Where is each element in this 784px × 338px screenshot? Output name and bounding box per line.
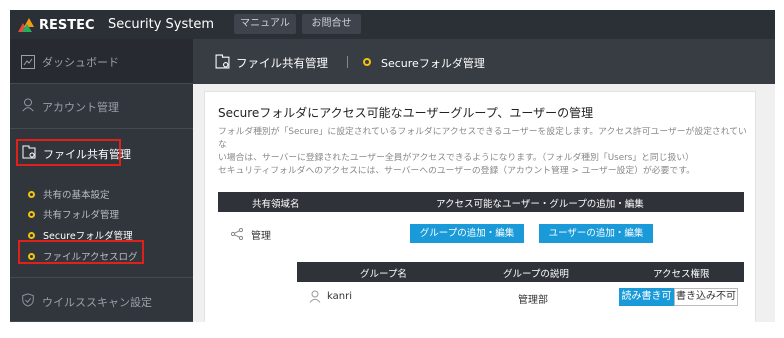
folder-share-icon [22,145,36,159]
sidebar-item-virus-scan[interactable]: ウイルススキャン設定 [10,277,193,322]
bullet-icon [28,231,35,239]
add-group-button[interactable]: グループの追加・編集 [410,224,524,243]
column-header-access-edit: アクセス可能なユーザー・グループの追加・編集 [436,199,644,210]
bullet-icon [363,58,371,66]
permission-read-write-button[interactable]: 読み書き可 [619,288,674,306]
group-table-header: グループ名 グループの説明 アクセス権限 [297,262,744,282]
app-window: RESTEC Security System マニュアル お問合せ ダッシュボー… [10,10,775,322]
sub-label: ファイルアクセスログ [43,252,138,263]
sidebar: ダッシュボード アカウント管理 ファイル共有管理 共有の基本設定 共有フォルダ管… [10,39,193,322]
breadcrumb-section[interactable]: ファイル共有管理 [236,55,328,71]
share-name: 管理 [251,231,271,242]
sidebar-item-dashboard[interactable]: ダッシュボード [10,39,193,84]
group-description: 管理部 [518,295,548,306]
sidebar-label-virus-scan: ウイルススキャン設定 [42,296,152,309]
user-icon [22,98,34,112]
sidebar-label-file-share: ファイル共有管理 [43,148,131,161]
sub-label: Secureフォルダ管理 [43,231,133,242]
description-line: フォルダ種別が「Secure」に設定されているフォルダにアクセスできるユーザーを… [218,127,747,150]
add-user-button[interactable]: ユーザーの追加・編集 [539,224,653,243]
description-line: セキュリティフォルダへのアクセスには、サーバーへのユーザーの登録（アカウント管理… [218,166,695,176]
sidebar-sub-secure-folder[interactable]: Secureフォルダ管理 [28,228,133,242]
column-header-access-perm: アクセス権限 [653,269,710,280]
folder-share-icon [215,54,230,69]
bullet-icon [28,210,35,218]
sidebar-item-account[interactable]: アカウント管理 [10,84,193,129]
breadcrumb-divider [347,56,348,68]
sidebar-sub-access-log[interactable]: ファイルアクセスログ [28,249,138,263]
bullet-icon [28,252,35,260]
top-bar: RESTEC Security System マニュアル お問合せ [10,10,775,39]
manual-button[interactable]: マニュアル [234,14,296,34]
sub-label: 共有の基本設定 [43,190,110,201]
sidebar-label-dashboard: ダッシュボード [42,56,119,69]
group-name: kanri [327,291,352,302]
page-header: ファイル共有管理 Secureフォルダ管理 [193,39,775,84]
sidebar-sub-share-basic[interactable]: 共有の基本設定 [28,187,110,201]
column-header-group-name: グループ名 [360,269,407,280]
shield-icon [22,293,34,307]
share-icon [231,228,243,240]
brand-name: RESTEC [39,17,95,33]
sidebar-sub-share-folder[interactable]: 共有フォルダ管理 [28,207,119,221]
breadcrumb-page: Secureフォルダ管理 [381,57,485,70]
brand-logo[interactable]: RESTEC [18,17,95,33]
dashboard-icon [21,55,35,69]
column-header-group-desc: グループの説明 [503,269,569,280]
bullet-icon [28,190,35,198]
contact-button[interactable]: お問合せ [302,14,361,34]
main-panel: Secureフォルダにアクセス可能なユーザーグループ、ユーザーの管理 フォルダ種… [204,91,756,322]
description-line: い場合は、サーバーに登録されたユーザー全員がアクセスできるようになります。（フォ… [218,153,694,163]
panel-description: フォルダ種別が「Secure」に設定されているフォルダにアクセスできるユーザーを… [218,126,748,178]
group-icon [309,290,321,303]
sub-label: 共有フォルダ管理 [43,210,120,221]
restec-logo-icon [18,18,34,32]
share-table-header: 共有領域名 アクセス可能なユーザー・グループの追加・編集 [218,192,744,212]
app-title: Security System [108,17,214,32]
sidebar-label-account: アカウント管理 [42,101,119,114]
panel-title: Secureフォルダにアクセス可能なユーザーグループ、ユーザーの管理 [218,106,594,120]
permission-no-write-button[interactable]: 書き込み不可 [674,288,738,306]
column-header-share-name: 共有領域名 [252,199,300,210]
